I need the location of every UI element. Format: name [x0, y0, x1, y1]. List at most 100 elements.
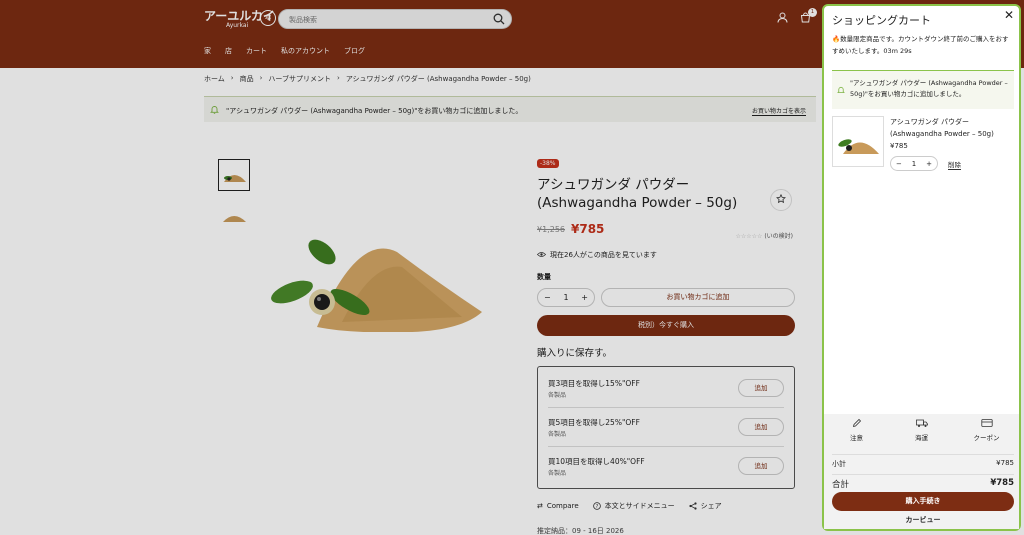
bundle-offers: 買3項目を取得し15%"OFF 各製品 追加 買5項目を取得し25%"OFF 各… — [537, 366, 795, 489]
question-label: 本文とサイドメニュー — [604, 502, 675, 510]
product-info: -38% アシュワガンダ パウダー (Ashwagandha Powder – … — [536, 158, 795, 511]
checkout-button[interactable]: 購入手続き — [832, 492, 1014, 511]
bundle-offer: 買5項目を取得し25%"OFF 各製品 追加 — [548, 408, 784, 447]
quantity-stepper[interactable]: − 1 + — [537, 288, 595, 307]
discount-badge: -38% — [537, 159, 559, 168]
total-value: ¥785 — [990, 478, 1014, 488]
thumbnail-1[interactable] — [218, 159, 250, 191]
site-logo[interactable]: アーユルカイ Ayurkai ✲ — [204, 10, 276, 30]
cart-item-price: ¥785 — [890, 142, 908, 150]
viewers-text: 現在26人がこの商品を見ています — [550, 251, 657, 259]
main-nav: 家 店 カート 私のアカウント ブログ — [204, 46, 365, 56]
coupon-icon — [980, 418, 993, 430]
nav-item-home[interactable]: 家 — [204, 46, 211, 56]
bundle-offer-sub: 各製品 — [548, 431, 567, 438]
bundle-add-button[interactable]: 追加 — [738, 457, 784, 475]
note-tool-label: 注意 — [850, 434, 863, 442]
search-input[interactable] — [289, 13, 479, 26]
thumbnail-2[interactable] — [218, 200, 250, 232]
bundle-add-button[interactable]: 追加 — [738, 379, 784, 397]
search-bar[interactable] — [278, 9, 512, 29]
shipping-tool-button[interactable]: 海運 — [892, 418, 952, 442]
plus-icon[interactable]: + — [581, 293, 588, 302]
quantity-label: 数量 — [537, 273, 551, 281]
minus-icon[interactable]: − — [896, 160, 902, 168]
delivery-estimate: 推定納品：09 - 16日 2026 — [537, 527, 624, 535]
star-icon — [776, 193, 786, 206]
bell-icon — [837, 86, 845, 96]
cart-icon[interactable]: 1 — [800, 8, 817, 25]
countdown-text: 数量限定商品です。カウントダウン終了前のご購入をおすすめいたします。03m 29… — [832, 35, 1009, 55]
quantity-value[interactable]: 1 — [563, 293, 568, 302]
bell-icon — [210, 105, 219, 116]
wishlist-button[interactable] — [770, 189, 792, 211]
countdown-message: 🔥数量限定商品です。カウントダウン終了前のご購入をおすすめいたします。03m 2… — [832, 33, 1012, 57]
cart-item-qty[interactable]: 1 — [912, 160, 916, 168]
cart-item-name[interactable]: アシュワガンダ パウダー (Ashwagandha Powder – 50g) — [890, 116, 1010, 140]
nav-item-cart[interactable]: カート — [246, 46, 267, 56]
breadcrumb-current: アシュワガンダ パウダー (Ashwagandha Powder – 50g) — [345, 75, 531, 83]
add-to-cart-button[interactable]: お買い物カゴに追加 — [601, 288, 795, 307]
view-cart-link[interactable]: お買い物カゴを表示 — [751, 106, 806, 116]
coupon-tool-label: クーポン — [973, 434, 1000, 442]
logo-emblem-icon: ✲ — [260, 10, 276, 26]
breadcrumb-products[interactable]: 商品 — [240, 74, 254, 84]
bundle-offer-title: 買5項目を取得し25%"OFF — [548, 418, 640, 427]
product-title: アシュワガンダ パウダー (Ashwagandha Powder – 50g) — [537, 177, 738, 211]
account-icon[interactable] — [777, 12, 788, 25]
minus-icon[interactable]: − — [544, 293, 551, 302]
note-tool-button[interactable]: 注意 — [827, 418, 887, 442]
nav-item-blog[interactable]: ブログ — [344, 46, 365, 56]
close-icon[interactable]: ✕ — [1004, 8, 1014, 22]
share-icon — [689, 502, 697, 510]
compare-label: Compare — [546, 502, 579, 510]
nav-item-account[interactable]: 私のアカウント — [281, 46, 330, 56]
bundle-offer: 買10項目を取得し40%"OFF 各製品 追加 — [548, 447, 784, 486]
drawer-notice-text: "アシュワガンダ パウダー (Ashwagandha Powder – 50g)… — [850, 79, 1008, 98]
search-icon[interactable] — [493, 13, 505, 27]
compare-link[interactable]: ⇄ Compare — [537, 501, 579, 511]
breadcrumb-category[interactable]: ハーブサプリメント — [268, 74, 331, 84]
viewers-indicator: 現在26人がこの商品を見ています — [536, 250, 795, 260]
bundle-offer-sub: 各製品 — [548, 470, 567, 477]
compare-icon: ⇄ — [537, 502, 543, 510]
view-cart-button[interactable]: カービュー — [832, 515, 1014, 525]
share-link[interactable]: シェア — [689, 501, 722, 511]
cart-count-badge: 1 — [808, 8, 817, 17]
cart-item-quantity-stepper[interactable]: − 1 + — [890, 156, 938, 171]
product-main-image — [262, 222, 482, 334]
cart-tools: 注意 海運 クーポン — [824, 418, 1019, 442]
bundle-offer-title: 買3項目を取得し15%"OFF — [548, 379, 640, 388]
bundle-offer-title: 買10項目を取得し40%"OFF — [548, 457, 645, 466]
subtotal-row: 小計 ¥785 — [832, 454, 1014, 469]
subtotal-value: ¥785 — [996, 459, 1014, 467]
product-rating[interactable]: ☆☆☆☆☆ (いの検討) — [735, 231, 793, 240]
plus-icon[interactable]: + — [926, 160, 932, 168]
question-link[interactable]: ? 本文とサイドメニュー — [592, 501, 675, 511]
quantity-row: − 1 + お買い物カゴに追加 — [537, 288, 795, 307]
coupon-tool-button[interactable]: クーポン — [957, 418, 1017, 442]
notice-text: "アシュワガンダ パウダー (Ashwagandha Powder – 50g)… — [226, 107, 523, 115]
nav-item-shop[interactable]: 店 — [225, 46, 232, 56]
cart-item-image[interactable] — [832, 116, 884, 167]
subtotal-label: 小計 — [832, 460, 846, 468]
original-price: ¥1,256 — [537, 224, 565, 234]
bundle-offer: 買3項目を取得し15%"OFF 各製品 追加 — [548, 369, 784, 408]
rating-stars: ☆☆☆☆☆ — [735, 233, 763, 240]
product-thumbnails — [218, 159, 250, 241]
remove-item-link[interactable]: 削除 — [948, 159, 961, 170]
shipping-tool-label: 海運 — [915, 434, 928, 442]
total-row: 合計 ¥785 — [832, 474, 1014, 490]
buy-now-button[interactable]: 税別）今すぐ購入 — [537, 315, 795, 336]
bundle-offer-sub: 各製品 — [548, 392, 567, 399]
drawer-added-notice: "アシュワガンダ パウダー (Ashwagandha Powder – 50g)… — [832, 70, 1014, 109]
breadcrumb: ホーム › 商品 › ハーブサプリメント › アシュワガンダ パウダー (Ash… — [204, 74, 531, 84]
bundle-add-button[interactable]: 追加 — [738, 418, 784, 436]
breadcrumb-home[interactable]: ホーム — [204, 74, 225, 84]
truck-icon — [915, 418, 928, 430]
eye-icon — [536, 251, 547, 260]
pencil-icon — [852, 418, 862, 430]
rating-count: (いの検討) — [764, 233, 793, 240]
product-actions: ⇄ Compare ? 本文とサイドメニュー シェア — [537, 501, 795, 511]
product-page: アーユルカイ Ayurkai ✲ 1 家 店 カート 私のアカウント ブログ ホ… — [0, 0, 1024, 535]
